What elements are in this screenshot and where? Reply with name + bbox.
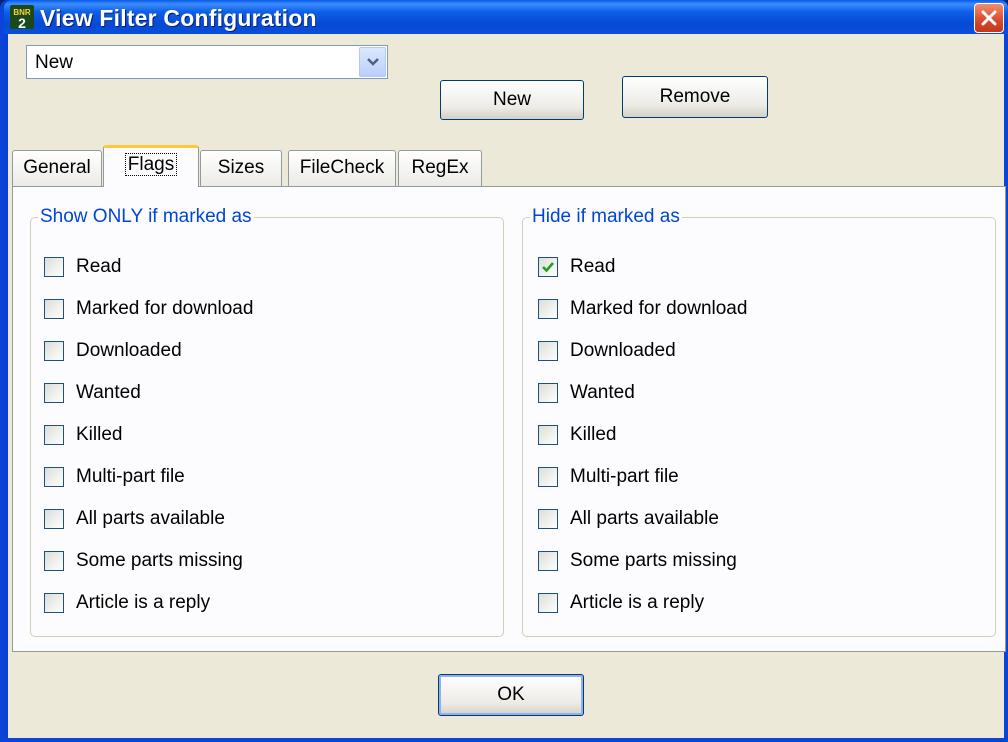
show-only-checkbox-label: All parts available [76, 508, 225, 529]
svg-text:2: 2 [18, 15, 26, 29]
tab-label: General [23, 157, 91, 178]
filter-select[interactable]: New [26, 45, 388, 79]
hide-if-checkbox-label: Marked for download [570, 298, 748, 319]
hide-if-checkbox[interactable] [538, 341, 558, 361]
show-only-checkbox-label: Multi-part file [76, 466, 185, 487]
hide-if-checkbox-label: Read [570, 256, 616, 277]
hide-if-checkbox[interactable] [538, 299, 558, 319]
title-bar[interactable]: BNR 2 View Filter Configuration [4, 0, 1008, 34]
ok-button[interactable]: OK [438, 674, 584, 716]
show-only-checkbox-label: Article is a reply [76, 592, 211, 613]
show-only-checkbox[interactable] [44, 593, 64, 613]
show-only-checkbox[interactable] [44, 257, 64, 277]
hide-if-checkbox-label: Multi-part file [570, 466, 679, 487]
tab-filecheck[interactable]: FileCheck [288, 150, 396, 186]
remove-button[interactable]: Remove [622, 76, 768, 118]
hide-if-checkbox-label: Killed [570, 424, 617, 445]
show-only-checkbox-label: Downloaded [76, 340, 182, 361]
hide-if-checkbox[interactable] [538, 509, 558, 529]
show-only-checkbox-label: Some parts missing [76, 550, 243, 571]
show-only-group-title: Show ONLY if marked as [38, 206, 254, 227]
show-only-checkbox[interactable] [44, 551, 64, 571]
hide-if-checkbox[interactable] [538, 425, 558, 445]
show-only-checkbox-label: Wanted [76, 382, 141, 403]
show-only-checkbox[interactable] [44, 299, 64, 319]
tab-flags[interactable]: Flags [103, 145, 199, 187]
close-icon [981, 10, 997, 26]
hide-if-checkbox[interactable] [538, 593, 558, 613]
tab-label: Sizes [217, 157, 265, 178]
hide-if-checkbox-label: Downloaded [570, 340, 676, 361]
bnr2-app-icon: BNR 2 [10, 5, 34, 29]
hide-if-group-title: Hide if marked as [530, 206, 682, 227]
tab-regex[interactable]: RegEx [398, 150, 482, 186]
filter-select-value: New [35, 52, 74, 73]
show-only-checkbox-label: Killed [76, 424, 123, 445]
show-only-checkbox[interactable] [44, 509, 64, 529]
show-only-checkbox-label: Marked for download [76, 298, 254, 319]
checkmark-icon [542, 262, 554, 273]
show-only-checkbox[interactable] [44, 341, 64, 361]
hide-if-checkbox[interactable] [538, 551, 558, 571]
tab-general[interactable]: General [12, 150, 102, 186]
window-title: View Filter Configuration [40, 5, 317, 31]
hide-if-checkbox[interactable] [538, 257, 558, 277]
tab-sizes[interactable]: Sizes [200, 150, 282, 186]
hide-if-checkbox-label: Article is a reply [570, 592, 705, 613]
hide-if-checkbox[interactable] [538, 467, 558, 487]
show-only-checkbox[interactable] [44, 467, 64, 487]
show-only-checkbox-label: Read [76, 256, 122, 277]
hide-if-checkbox-label: Wanted [570, 382, 635, 403]
new-button[interactable]: New [440, 80, 584, 120]
hide-if-checkbox-label: All parts available [570, 508, 719, 529]
show-only-checkbox[interactable] [44, 425, 64, 445]
tab-label: FileCheck [299, 157, 385, 178]
hide-if-checkbox-label: Some parts missing [570, 550, 737, 571]
tab-label: Flags [124, 153, 178, 176]
filter-select-dropdown-button[interactable] [359, 47, 386, 77]
hide-if-checkbox[interactable] [538, 383, 558, 403]
close-button[interactable] [974, 3, 1004, 33]
chevron-down-icon [367, 58, 379, 66]
show-only-checkbox[interactable] [44, 383, 64, 403]
tab-label: RegEx [411, 157, 469, 178]
